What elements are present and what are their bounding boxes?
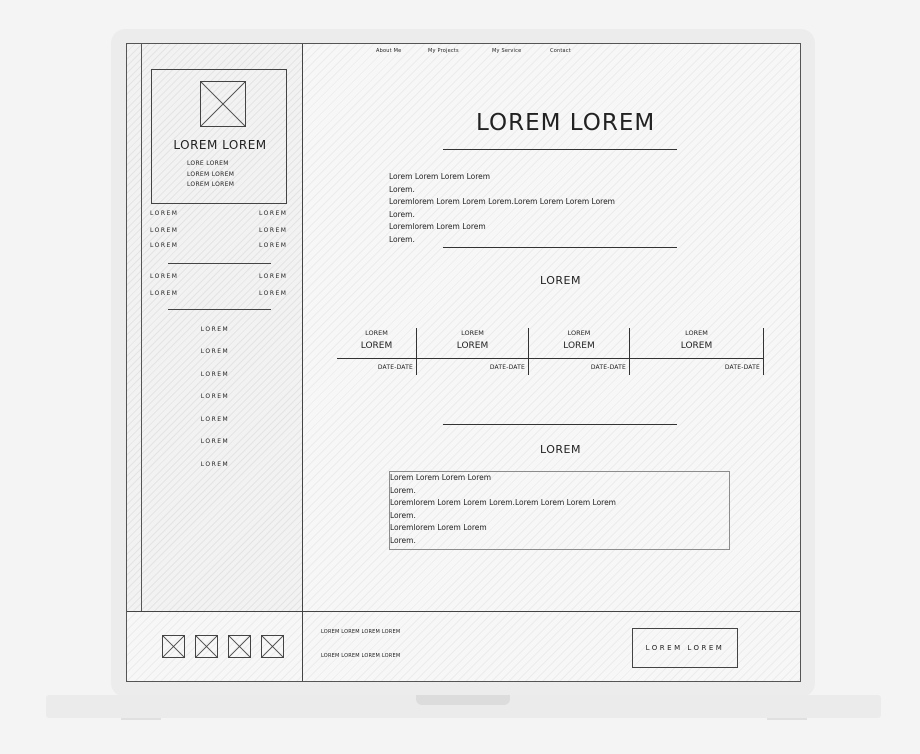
textarea-line: Loremlorem Lorem Lorem [390, 523, 487, 532]
sidebar-menu-item[interactable]: LOREM [127, 393, 303, 400]
selected-text-box[interactable]: Lorem Lorem Lorem Lorem Lorem. Loremlore… [389, 471, 730, 550]
info-key: LOREM [150, 273, 179, 280]
timeline-column: LOREM LOREM DATE-DATE [529, 328, 630, 375]
timeline-label: LOREM [365, 329, 388, 337]
footer-button[interactable]: LOREM LOREM [632, 628, 738, 668]
info-key: LOREM [150, 290, 179, 297]
intro-line: Lorem. [389, 184, 415, 194]
image-icon[interactable] [228, 635, 251, 658]
info-value: LOREM [259, 290, 288, 297]
intro-line: Lorem. [389, 209, 415, 219]
info-value: LOREM [259, 227, 288, 234]
page-title: LOREM LOREM [476, 110, 656, 136]
sidebar-divider [168, 309, 271, 310]
profile-name: LOREM LOREM [173, 138, 267, 152]
sidebar-menu-item[interactable]: LOREM [127, 416, 303, 423]
intro-line: Loremlorem Lorem Lorem [389, 222, 486, 231]
avatar-placeholder-icon [200, 81, 246, 127]
timeline-heading: LOREM [456, 341, 489, 351]
sidebar-menu-item[interactable]: LOREM [127, 348, 303, 355]
section-divider [443, 424, 677, 425]
timeline-label: LOREM [461, 329, 484, 337]
textarea-line: Lorem Lorem Lorem Lorem [390, 473, 492, 482]
footer-icon-group [127, 612, 303, 681]
image-icon[interactable] [261, 635, 284, 658]
sidebar-menu-item[interactable]: LOREM [127, 371, 303, 378]
textarea-line: Lorem. [390, 510, 416, 520]
timeline-column: LOREM LOREM DATE-DATE [630, 328, 764, 375]
info-value: LOREM [259, 210, 288, 217]
textarea-line: Lorem. [390, 535, 416, 545]
timeline-label: LOREM [567, 329, 591, 337]
section-title: LOREM [540, 274, 581, 287]
info-key: LOREM [150, 227, 179, 234]
timeline-heading: LOREM [563, 341, 595, 351]
sidebar-menu-item[interactable]: LOREM [127, 326, 303, 333]
sidebar-menu-item[interactable]: LOREM [127, 461, 303, 468]
info-key: LOREM [150, 242, 179, 249]
timeline-rule [337, 358, 764, 359]
timeline-label: LOREM [685, 329, 708, 337]
textarea-line: Lorem. [390, 485, 416, 495]
timeline-date: DATE-DATE [590, 364, 626, 371]
footer-text: LOREM LOREM LOREM LOREM [321, 653, 401, 659]
section-title: LOREM [540, 443, 581, 456]
profile-card: LOREM LOREM LORE LOREM LOREM LOREM LOREM… [151, 69, 287, 204]
laptop-foot-left [121, 718, 161, 720]
timeline-date: DATE-DATE [489, 364, 525, 371]
footer-text: LOREM LOREM LOREM LOREM [321, 629, 401, 635]
timeline-heading: LOREM [360, 341, 393, 351]
timeline-date: DATE-DATE [377, 364, 413, 371]
title-underline [443, 149, 677, 150]
sidebar: LOREM LOREM LORE LOREM LOREM LOREM LOREM… [127, 44, 303, 611]
sidebar-menu-item[interactable]: LOREM [127, 438, 303, 445]
nav-link-contact[interactable]: Contact [550, 48, 571, 54]
sidebar-divider [168, 263, 271, 264]
footer: LOREM LOREM LOREM LOREM LOREM LOREM LORE… [127, 611, 800, 681]
nav-link-projects[interactable]: My Projects [428, 48, 459, 54]
intro-line: Lorem Lorem Lorem Lorem [389, 172, 491, 181]
intro-line: Lorem. [389, 234, 415, 244]
intro-line: Loremlorem Lorem Lorem Lorem.Lorem Lorem… [389, 197, 615, 206]
textarea-line: Loremlorem Lorem Lorem Lorem.Lorem Lorem… [390, 498, 616, 507]
nav-link-about[interactable]: About Me [376, 48, 401, 54]
profile-line: LOREM LOREM [187, 181, 235, 188]
section-divider [443, 247, 677, 248]
laptop-foot-right [767, 718, 807, 720]
profile-line: LOREM LOREM [187, 170, 235, 178]
info-key: LOREM [150, 210, 179, 217]
wireframe-screen: LOREM LOREM LORE LOREM LOREM LOREM LOREM… [126, 43, 801, 682]
intro-paragraph: Lorem Lorem Lorem Lorem Lorem. Loremlore… [389, 171, 615, 246]
timeline-column: LOREM LOREM DATE-DATE [337, 328, 417, 375]
timeline-heading: LOREM [680, 341, 713, 351]
profile-line: LORE LOREM [187, 160, 229, 167]
image-icon[interactable] [162, 635, 185, 658]
profile-details: LORE LOREM LOREM LOREM LOREM LOREM [187, 159, 234, 191]
info-value: LOREM [259, 242, 288, 249]
image-icon[interactable] [195, 635, 218, 658]
timeline-date: DATE-DATE [724, 364, 760, 371]
laptop-notch [416, 695, 510, 705]
info-value: LOREM [259, 273, 288, 280]
nav-link-service[interactable]: My Service [492, 48, 521, 54]
timeline-column: LOREM LOREM DATE-DATE [417, 328, 529, 375]
